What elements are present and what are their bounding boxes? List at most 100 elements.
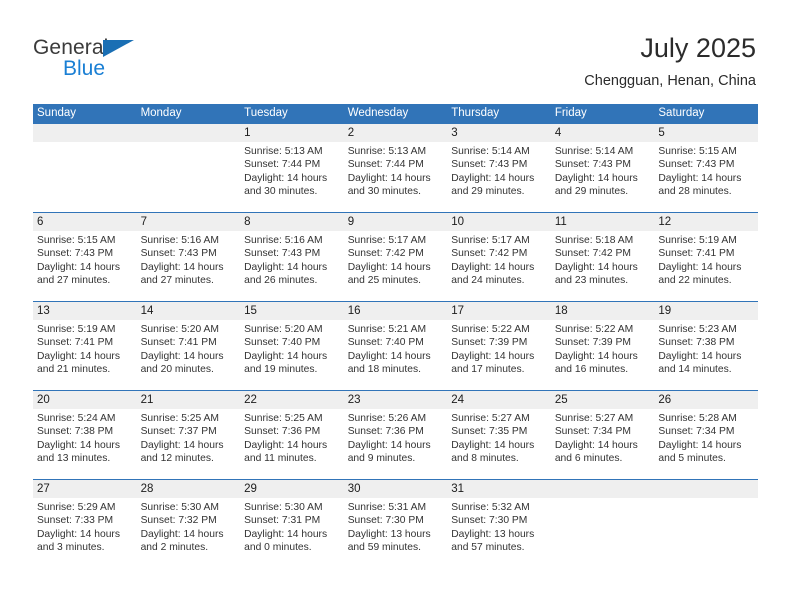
day-number[interactable]: 23 — [344, 391, 448, 409]
daylight-text-line2: and 23 minutes. — [554, 275, 629, 287]
day-cell[interactable]: Sunrise: 5:15 AM Sunset: 7:43 PM Dayligh… — [654, 142, 758, 212]
day-cell[interactable]: Sunrise: 5:15 AM Sunset: 7:43 PM Dayligh… — [33, 231, 137, 301]
day-number[interactable] — [654, 480, 758, 498]
day-number[interactable]: 30 — [344, 480, 448, 498]
day-cell[interactable]: Sunrise: 5:13 AM Sunset: 7:44 PM Dayligh… — [344, 142, 448, 212]
day-cell[interactable]: Sunrise: 5:22 AM Sunset: 7:39 PM Dayligh… — [551, 320, 655, 390]
day-cell[interactable] — [654, 498, 758, 568]
day-number[interactable]: 3 — [447, 124, 551, 142]
day-cell[interactable]: Sunrise: 5:17 AM Sunset: 7:42 PM Dayligh… — [447, 231, 551, 301]
day-number[interactable]: 8 — [240, 213, 344, 231]
sunset-text: Sunset: 7:43 PM — [37, 248, 114, 260]
day-number[interactable]: 7 — [137, 213, 241, 231]
day-cell[interactable] — [137, 142, 241, 212]
daylight-text-line2: and 57 minutes. — [451, 542, 525, 554]
daylight-text-line2: and 29 minutes. — [451, 186, 525, 198]
day-number[interactable]: 15 — [240, 302, 344, 320]
day-cell[interactable]: Sunrise: 5:25 AM Sunset: 7:36 PM Dayligh… — [240, 409, 344, 479]
sunset-text: Sunset: 7:30 PM — [451, 515, 528, 527]
calendar-week-row: 27 28 29 30 31 Sunrise: 5:29 AM Sunset: … — [33, 479, 758, 568]
brand-logo[interactable]: General Blue — [33, 36, 163, 86]
sunset-text: Sunset: 7:33 PM — [37, 515, 114, 527]
day-number[interactable]: 19 — [654, 302, 758, 320]
week-detail-band: Sunrise: 5:24 AM Sunset: 7:38 PM Dayligh… — [33, 409, 758, 479]
day-number[interactable]: 12 — [654, 213, 758, 231]
sunset-text: Sunset: 7:32 PM — [140, 515, 217, 527]
day-number[interactable]: 1 — [240, 124, 344, 142]
day-number[interactable]: 5 — [654, 124, 758, 142]
sunrise-text: Sunrise: 5:26 AM — [347, 413, 427, 424]
day-number[interactable]: 24 — [447, 391, 551, 409]
daylight-text-line1: Daylight: 14 hours — [658, 350, 742, 362]
weekday-header-wednesday: Wednesday — [347, 107, 409, 119]
day-number[interactable]: 27 — [33, 480, 137, 498]
day-number[interactable]: 13 — [33, 302, 137, 320]
day-number[interactable]: 9 — [344, 213, 448, 231]
day-cell[interactable]: Sunrise: 5:16 AM Sunset: 7:43 PM Dayligh… — [240, 231, 344, 301]
sunset-text: Sunset: 7:39 PM — [554, 337, 631, 349]
day-cell[interactable]: Sunrise: 5:24 AM Sunset: 7:38 PM Dayligh… — [33, 409, 137, 479]
day-cell[interactable]: Sunrise: 5:14 AM Sunset: 7:43 PM Dayligh… — [551, 142, 655, 212]
day-number[interactable]: 6 — [33, 213, 137, 231]
day-cell[interactable]: Sunrise: 5:20 AM Sunset: 7:40 PM Dayligh… — [240, 320, 344, 390]
calendar-table: Sunday Monday Tuesday Wednesday Thursday… — [33, 104, 758, 568]
day-number[interactable]: 16 — [344, 302, 448, 320]
day-cell[interactable]: Sunrise: 5:23 AM Sunset: 7:38 PM Dayligh… — [654, 320, 758, 390]
sunrise-text: Sunrise: 5:23 AM — [658, 324, 737, 335]
day-number[interactable]: 22 — [240, 391, 344, 409]
triangle-flag-icon — [103, 40, 134, 57]
daylight-text-line2: and 0 minutes. — [244, 542, 312, 554]
day-cell[interactable]: Sunrise: 5:29 AM Sunset: 7:33 PM Dayligh… — [33, 498, 137, 568]
day-cell[interactable]: Sunrise: 5:26 AM Sunset: 7:36 PM Dayligh… — [344, 409, 448, 479]
day-number[interactable] — [551, 480, 655, 498]
daylight-text-line2: and 25 minutes. — [347, 275, 421, 287]
day-cell[interactable]: Sunrise: 5:18 AM Sunset: 7:42 PM Dayligh… — [551, 231, 655, 301]
sunrise-text: Sunrise: 5:32 AM — [451, 502, 530, 513]
daylight-text-line2: and 6 minutes. — [554, 453, 623, 465]
day-cell[interactable]: Sunrise: 5:31 AM Sunset: 7:30 PM Dayligh… — [344, 498, 448, 568]
day-number[interactable] — [33, 124, 137, 142]
sunrise-text: Sunrise: 5:27 AM — [554, 413, 634, 424]
daylight-text-line1: Daylight: 14 hours — [140, 439, 224, 451]
day-number[interactable]: 28 — [137, 480, 241, 498]
day-cell[interactable]: Sunrise: 5:17 AM Sunset: 7:42 PM Dayligh… — [344, 231, 448, 301]
day-number[interactable] — [137, 124, 241, 142]
sunrise-text: Sunrise: 5:13 AM — [347, 146, 427, 157]
daylight-text-line2: and 12 minutes. — [140, 453, 214, 465]
day-cell[interactable]: Sunrise: 5:19 AM Sunset: 7:41 PM Dayligh… — [654, 231, 758, 301]
day-number[interactable]: 29 — [240, 480, 344, 498]
day-number[interactable]: 21 — [137, 391, 241, 409]
weekday-header-thursday: Thursday — [451, 107, 500, 119]
day-cell[interactable]: Sunrise: 5:30 AM Sunset: 7:31 PM Dayligh… — [240, 498, 344, 568]
day-cell[interactable]: Sunrise: 5:22 AM Sunset: 7:39 PM Dayligh… — [447, 320, 551, 390]
day-number[interactable]: 26 — [654, 391, 758, 409]
day-number[interactable]: 31 — [447, 480, 551, 498]
day-cell[interactable]: Sunrise: 5:16 AM Sunset: 7:43 PM Dayligh… — [137, 231, 241, 301]
day-number[interactable]: 11 — [551, 213, 655, 231]
day-cell[interactable] — [551, 498, 655, 568]
sunrise-text: Sunrise: 5:30 AM — [140, 502, 219, 513]
day-cell[interactable]: Sunrise: 5:28 AM Sunset: 7:34 PM Dayligh… — [654, 409, 758, 479]
day-cell[interactable]: Sunrise: 5:19 AM Sunset: 7:41 PM Dayligh… — [33, 320, 137, 390]
day-number[interactable]: 18 — [551, 302, 655, 320]
day-cell[interactable]: Sunrise: 5:32 AM Sunset: 7:30 PM Dayligh… — [447, 498, 551, 568]
day-cell[interactable]: Sunrise: 5:20 AM Sunset: 7:41 PM Dayligh… — [137, 320, 241, 390]
day-number[interactable]: 14 — [137, 302, 241, 320]
day-number[interactable]: 20 — [33, 391, 137, 409]
day-number[interactable]: 10 — [447, 213, 551, 231]
day-cell[interactable]: Sunrise: 5:27 AM Sunset: 7:34 PM Dayligh… — [551, 409, 655, 479]
day-cell[interactable]: Sunrise: 5:25 AM Sunset: 7:37 PM Dayligh… — [137, 409, 241, 479]
day-number[interactable]: 17 — [447, 302, 551, 320]
day-cell[interactable]: Sunrise: 5:30 AM Sunset: 7:32 PM Dayligh… — [137, 498, 241, 568]
day-cell[interactable]: Sunrise: 5:27 AM Sunset: 7:35 PM Dayligh… — [447, 409, 551, 479]
day-cell[interactable] — [33, 142, 137, 212]
daylight-text-line2: and 17 minutes. — [451, 364, 525, 376]
day-cell[interactable]: Sunrise: 5:21 AM Sunset: 7:40 PM Dayligh… — [344, 320, 448, 390]
day-number[interactable]: 4 — [551, 124, 655, 142]
daylight-text-line1: Daylight: 14 hours — [244, 172, 328, 184]
daylight-text-line2: and 14 minutes. — [658, 364, 732, 376]
day-cell[interactable]: Sunrise: 5:14 AM Sunset: 7:43 PM Dayligh… — [447, 142, 551, 212]
day-cell[interactable]: Sunrise: 5:13 AM Sunset: 7:44 PM Dayligh… — [240, 142, 344, 212]
day-number[interactable]: 2 — [344, 124, 448, 142]
day-number[interactable]: 25 — [551, 391, 655, 409]
